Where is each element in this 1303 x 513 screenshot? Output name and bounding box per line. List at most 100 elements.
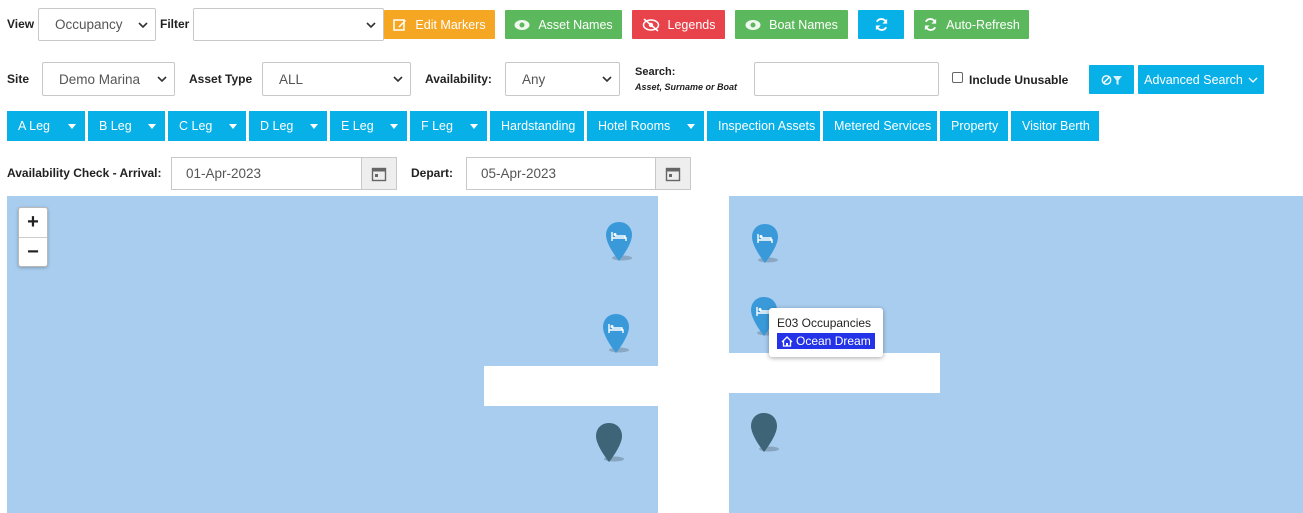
caret-down-icon <box>390 124 398 129</box>
chevron-down-icon <box>1248 77 1258 83</box>
tooltip-title: E03 Occupancies <box>777 316 872 330</box>
inspection-assets-label: Inspection Assets <box>718 119 816 133</box>
edit-markers-button[interactable]: Edit Markers <box>384 10 495 39</box>
caret-down-icon <box>148 124 156 129</box>
caret-down-icon <box>68 124 76 129</box>
leg-b-label: B Leg <box>99 119 132 133</box>
water-area <box>7 196 658 366</box>
auto-refresh-button[interactable]: Auto-Refresh <box>914 10 1029 39</box>
water-area <box>729 393 1303 513</box>
chevron-down-icon <box>157 76 167 83</box>
depart-date-input[interactable]: 05-Apr-2023 <box>466 157 691 190</box>
leg-f-label: F Leg <box>421 119 453 133</box>
leg-c-label: C Leg <box>179 119 213 133</box>
view-label: View <box>7 17 35 31</box>
view-select-value: Occupancy <box>55 17 123 32</box>
berth-marker-icon[interactable] <box>749 412 779 454</box>
asset-type-value: ALL <box>279 71 304 87</box>
chevron-down-icon <box>366 21 376 28</box>
hardstanding-button[interactable]: Hardstanding <box>490 111 584 141</box>
caret-down-icon <box>470 124 478 129</box>
leg-a-label: A Leg <box>18 119 50 133</box>
search-input[interactable] <box>754 62 939 96</box>
occupancy-tooltip: E03 Occupancies Ocean Dream <box>769 308 883 357</box>
chevron-down-icon <box>138 21 148 28</box>
clear-filter-icon <box>1101 74 1122 85</box>
metered-services-button[interactable]: Metered Services <box>823 111 937 141</box>
calendar-icon[interactable] <box>655 158 690 189</box>
hotel-marker-icon[interactable] <box>750 223 780 265</box>
filter-label: Filter <box>160 17 190 31</box>
leg-d-button[interactable]: D Leg <box>249 111 327 141</box>
include-unusable-label: Include Unusable <box>969 73 1069 87</box>
refresh-button[interactable] <box>858 10 904 39</box>
hotel-rooms-label: Hotel Rooms <box>598 119 671 133</box>
site-select-value: Demo Marina <box>59 71 141 87</box>
availability-select[interactable]: Any <box>505 62 620 96</box>
boat-names-label: Boat Names <box>769 17 838 32</box>
site-select[interactable]: Demo Marina <box>42 62 175 96</box>
eye-icon <box>745 19 761 30</box>
leg-d-label: D Leg <box>260 119 294 133</box>
boat-name: Ocean Dream <box>796 334 871 348</box>
legends-button[interactable]: Legends <box>632 10 725 39</box>
edit-markers-label: Edit Markers <box>415 17 486 32</box>
asset-type-select[interactable]: ALL <box>262 62 411 96</box>
site-label: Site <box>7 72 30 86</box>
asset-type-label: Asset Type <box>189 72 253 86</box>
leg-f-button[interactable]: F Leg <box>410 111 487 141</box>
caret-down-icon <box>687 124 695 129</box>
home-icon <box>781 335 793 347</box>
availability-value: Any <box>522 71 546 87</box>
visitor-berth-label: Visitor Berth <box>1022 119 1090 133</box>
depart-label: Depart: <box>411 166 454 180</box>
leg-a-button[interactable]: A Leg <box>7 111 85 141</box>
view-select[interactable]: Occupancy <box>38 8 156 41</box>
refresh-icon <box>875 18 887 31</box>
asset-names-label: Asset Names <box>538 17 613 32</box>
search-label: Search: <box>635 66 676 78</box>
eye-slash-icon <box>642 17 659 32</box>
zoom-in-button[interactable]: + <box>19 208 47 238</box>
arrival-date-value: 01-Apr-2023 <box>186 166 262 181</box>
marina-map[interactable]: + − E03 Occupancies Ocean Dream <box>7 196 1303 513</box>
boat-link[interactable]: Ocean Dream <box>777 333 875 349</box>
leg-b-button[interactable]: B Leg <box>88 111 165 141</box>
water-area <box>7 406 658 513</box>
asset-names-button[interactable]: Asset Names <box>505 10 622 39</box>
water-area <box>7 366 484 406</box>
hotel-marker-icon[interactable] <box>601 313 631 355</box>
boat-names-button[interactable]: Boat Names <box>735 10 848 39</box>
search-hint: Asset, Surname or Boat <box>635 82 738 92</box>
hardstanding-label: Hardstanding <box>501 119 576 133</box>
zoom-control: + − <box>18 207 48 267</box>
chevron-down-icon <box>602 76 612 83</box>
caret-down-icon <box>229 124 237 129</box>
property-button[interactable]: Property <box>940 111 1008 141</box>
clear-filter-button[interactable] <box>1089 65 1134 94</box>
inspection-assets-button[interactable]: Inspection Assets <box>707 111 820 141</box>
calendar-icon[interactable] <box>361 158 396 189</box>
arrival-date-input[interactable]: 01-Apr-2023 <box>171 157 397 190</box>
leg-e-button[interactable]: E Leg <box>330 111 407 141</box>
legends-label: Legends <box>667 17 716 32</box>
filter-select[interactable] <box>193 8 384 41</box>
visitor-berth-button[interactable]: Visitor Berth <box>1011 111 1099 141</box>
leg-c-button[interactable]: C Leg <box>168 111 246 141</box>
hotel-marker-icon[interactable] <box>604 221 634 263</box>
water-area <box>940 353 1303 393</box>
berth-marker-icon[interactable] <box>594 422 624 464</box>
caret-down-icon <box>310 124 318 129</box>
hotel-rooms-button[interactable]: Hotel Rooms <box>587 111 704 141</box>
include-unusable-checkbox[interactable] <box>952 72 963 83</box>
refresh-icon <box>925 18 937 31</box>
zoom-out-button[interactable]: − <box>19 238 47 267</box>
advanced-search-button[interactable]: Advanced Search <box>1138 65 1264 94</box>
depart-date-value: 05-Apr-2023 <box>481 166 557 181</box>
leg-e-label: E Leg <box>341 119 374 133</box>
auto-refresh-label: Auto-Refresh <box>946 17 1020 32</box>
edit-icon <box>393 18 407 31</box>
eye-icon <box>514 19 530 30</box>
arrival-label: Availability Check - Arrival: <box>7 166 162 180</box>
property-label: Property <box>951 119 999 133</box>
